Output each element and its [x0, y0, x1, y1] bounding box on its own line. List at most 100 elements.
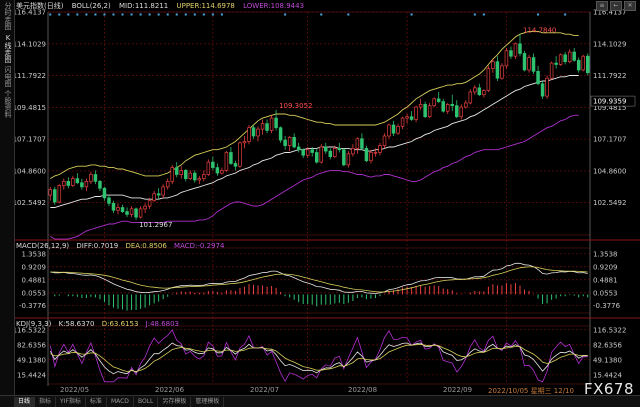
macd-macd-value: MACD:-0.2974	[174, 242, 225, 250]
x-label-2022-08: 2022/08	[348, 386, 378, 394]
price-tick-left: 109.4815	[13, 104, 46, 112]
signal-marker	[94, 13, 97, 16]
boll-mid-value: MID:111.8211	[118, 2, 169, 10]
candle-body	[260, 123, 265, 130]
candle-body	[531, 57, 536, 72]
candle-body	[337, 148, 342, 151]
macd-label: MACD(26,12,9)	[16, 242, 70, 250]
boll-upper-line	[50, 30, 579, 179]
tab-boll[interactable]: BOLL	[134, 396, 159, 407]
candle-body	[436, 98, 441, 102]
macd-tick-left: 0.0553	[22, 289, 47, 297]
candle-body	[156, 193, 161, 196]
tab-yif-indicators[interactable]: YIF指标	[56, 396, 86, 407]
sidebar-tab-flash[interactable]: 闪电图	[1, 66, 12, 87]
macd-tick-left: 1.3538	[22, 250, 47, 258]
candle-body	[242, 141, 247, 144]
tab-manage-template[interactable]: 管理模板	[191, 396, 225, 407]
price-tick-left: 111.7922	[13, 72, 46, 80]
boll-mid-line	[50, 75, 579, 208]
candle-body	[184, 170, 188, 179]
candle-body	[125, 211, 129, 215]
candle-body	[441, 101, 445, 112]
signal-marker	[482, 13, 485, 16]
macd-dea-line	[50, 266, 588, 293]
candle-body	[382, 135, 387, 146]
signal-marker	[130, 13, 133, 16]
candle-body	[224, 152, 229, 171]
menu-icon[interactable]: ≡	[596, 1, 608, 11]
pane-frame-price	[47, 11, 591, 236]
pane-frame-kdj	[47, 325, 591, 385]
tab-save-template[interactable]: 另存模板	[158, 396, 192, 407]
signal-marker	[85, 13, 88, 16]
back-icon[interactable]: ←	[610, 1, 622, 11]
signal-marker	[184, 13, 187, 16]
candle-body	[545, 77, 549, 97]
candle-body	[414, 106, 418, 120]
candle-body	[193, 172, 197, 181]
kdj-tick-right: 116.5322	[593, 326, 626, 334]
candle-body	[287, 136, 292, 146]
kdj-j-value: J:48.6803	[145, 320, 180, 328]
signal-marker	[76, 13, 79, 16]
sidebar-tab-timeshare[interactable]: 分时走图	[1, 2, 12, 30]
kdj-tick-right: 82.6356	[593, 341, 622, 349]
candle-body	[120, 207, 125, 212]
sidebar-tab-profile[interactable]: 个股资料	[1, 90, 12, 118]
candle-body	[351, 148, 355, 155]
boll-upper-value: UPPER:114.6978	[176, 2, 235, 10]
price-tick-right: 107.1707	[593, 136, 626, 144]
candle-body	[549, 62, 554, 79]
macd-diff-line	[50, 262, 588, 294]
candle-body	[455, 105, 459, 118]
tab-daily[interactable]: 日线	[14, 396, 36, 407]
candle-body	[509, 50, 513, 57]
bottom-toolbar: 日线 指标 YIF指标 标准 MACD BOLL 另存模板 管理模板	[0, 395, 640, 407]
candle-body	[98, 181, 102, 189]
candle-body	[536, 70, 540, 85]
kdj-d-value: D:63.6153	[101, 320, 139, 328]
candle-body	[400, 117, 405, 127]
candle-body	[324, 146, 328, 152]
candle-body	[576, 59, 581, 71]
signal-marker	[112, 13, 115, 16]
chart-stage: 116.4137 116.4137 114.1029 114.1029 111.7922…	[0, 0, 640, 407]
candle-body	[495, 61, 500, 79]
candle-body	[197, 178, 202, 181]
sidebar-tab-kline[interactable]: K线走图	[1, 34, 12, 63]
candle-body	[364, 148, 369, 162]
close-icon[interactable]: ✕	[624, 1, 636, 11]
candle-body	[251, 127, 256, 137]
signal-marker	[166, 13, 169, 16]
candle-body	[256, 128, 260, 137]
macd-tick-right: 0.4881	[593, 276, 618, 284]
candle-body	[585, 55, 590, 74]
signal-marker	[67, 13, 70, 16]
candle-body	[66, 181, 71, 186]
macd-tick-right: -0.3776	[593, 302, 621, 310]
candle-body	[278, 127, 283, 141]
signal-marker	[121, 13, 124, 16]
price-tick-left: 114.1029	[13, 40, 46, 48]
tab-macd[interactable]: MACD	[107, 396, 134, 407]
candle-body	[206, 161, 211, 175]
candle-body	[563, 54, 567, 63]
candle-body	[57, 185, 62, 203]
tab-indicators[interactable]: 指标	[35, 396, 57, 407]
signal-marker	[410, 13, 413, 16]
price-right-label: 109.9359	[593, 98, 626, 106]
tab-standard[interactable]: 标准	[86, 396, 107, 407]
candle-body	[504, 50, 509, 67]
kdj-k-value: K:58.6370	[58, 320, 95, 328]
price-extreme-label: 109.3052	[279, 102, 312, 110]
candle-body	[558, 54, 563, 65]
signal-marker	[148, 13, 151, 16]
candle-body	[373, 152, 378, 154]
kdj-tick-left: 49.1380	[17, 356, 46, 364]
kdj-tick-left: 82.6356	[17, 341, 46, 349]
candle-body	[89, 174, 93, 182]
candle-body	[360, 138, 364, 149]
signal-marker	[220, 13, 223, 16]
candle-body	[170, 167, 174, 182]
